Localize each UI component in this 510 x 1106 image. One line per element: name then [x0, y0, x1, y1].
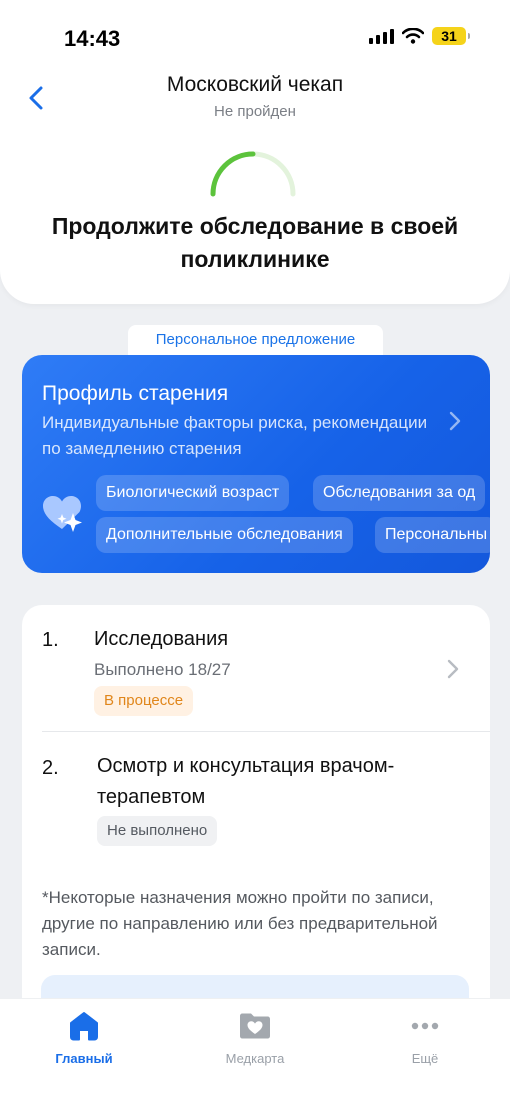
- tab-label: Главный: [55, 1051, 113, 1066]
- steps-card: 1. Исследования Выполнено 18/27 В процес…: [22, 605, 490, 1025]
- chevron-right-icon: [447, 659, 459, 679]
- chip-biological-age[interactable]: Биологический возраст: [96, 475, 290, 511]
- chip-personal[interactable]: Персональны: [375, 517, 490, 553]
- step-title: Осмотр и консультация врачом-терапевтом: [97, 755, 395, 808]
- medcard-folder-icon: [240, 1013, 270, 1039]
- personal-offer-tag: Персональное предложение: [128, 325, 383, 355]
- tab-label: Ещё: [411, 1051, 439, 1066]
- profile-title: Профиль старения: [42, 382, 229, 405]
- status-icons: 31: [369, 27, 470, 45]
- chevron-right-icon: [449, 411, 461, 431]
- footnote: *Некоторые назначения можно пройти по за…: [42, 888, 438, 959]
- aging-profile-card[interactable]: Профиль старения Индивидуальные факторы …: [22, 355, 490, 573]
- tab-medcard[interactable]: Медкарта: [195, 1009, 315, 1066]
- battery-icon: 31: [432, 27, 470, 45]
- tab-bar: Главный Медкарта Ещё: [0, 998, 510, 1106]
- wifi-icon: [402, 28, 424, 44]
- profile-description: Индивидуальные факторы риска, рекомендац…: [42, 413, 428, 458]
- progress-arc: [210, 151, 296, 197]
- status-badge: Не выполнено: [97, 816, 218, 846]
- step-title: Исследования: [94, 628, 229, 650]
- step-progress-text: Выполнено 18/27: [94, 660, 231, 679]
- headline: Продолжите обследование в своей поликлин…: [51, 213, 459, 272]
- status-time: 14:43: [64, 26, 121, 51]
- page-title: Московский чекап: [166, 73, 344, 96]
- tab-more[interactable]: Ещё: [365, 1009, 485, 1066]
- signal-icon: [369, 28, 394, 44]
- home-icon: [70, 1012, 98, 1041]
- more-dots-icon: [411, 1022, 439, 1030]
- tab-label: Медкарта: [225, 1051, 285, 1066]
- divider: [42, 731, 490, 732]
- chip-additional-exams[interactable]: Дополнительные обследования: [96, 517, 353, 553]
- status-bar: 14:43 31: [0, 0, 510, 70]
- heart-sparkle-icon: [43, 496, 82, 532]
- chip-examinations[interactable]: Обследования за од: [313, 475, 486, 511]
- step-number: 1.: [42, 629, 59, 651]
- step-number: 2.: [42, 757, 59, 779]
- status-badge: В процессе: [94, 686, 194, 716]
- tab-home[interactable]: Главный: [24, 1009, 144, 1066]
- page-subtitle: Не пройден: [214, 103, 296, 120]
